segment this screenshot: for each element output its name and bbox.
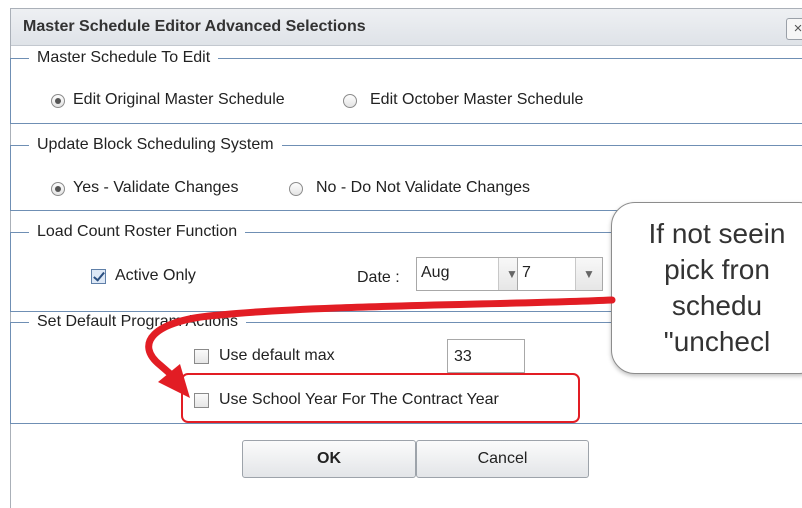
- red-arrow-icon: [145, 296, 616, 398]
